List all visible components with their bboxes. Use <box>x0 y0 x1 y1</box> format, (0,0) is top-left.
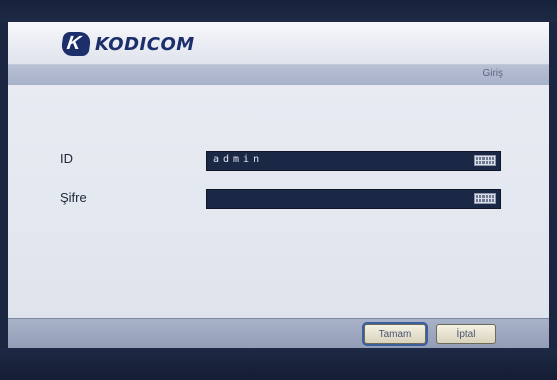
kodicom-logo: K KODICOM <box>60 31 195 57</box>
logo-text: KODICOM <box>95 33 195 55</box>
keyboard-icon[interactable] <box>474 155 496 166</box>
id-input[interactable]: admin <box>206 151 501 171</box>
dialog-header: K KODICOM <box>8 22 549 65</box>
keyboard-icon[interactable] <box>474 193 496 204</box>
dialog-footer: Tamam İptal <box>8 318 549 349</box>
cancel-button[interactable]: İptal <box>436 324 496 344</box>
dialog-body: ID admin Şifre <box>8 85 549 318</box>
id-label: ID <box>60 151 73 166</box>
password-label: Şifre <box>60 190 87 205</box>
top-bar <box>0 0 557 22</box>
password-input[interactable] <box>206 189 501 209</box>
ok-button[interactable]: Tamam <box>362 322 428 346</box>
login-dialog: K KODICOM Giriş ID admin Şifre Tamam İpt… <box>8 22 549 349</box>
logo-mark-letter: K <box>65 33 83 54</box>
logo-mark-icon: K <box>60 32 92 56</box>
screen: K KODICOM Giriş ID admin Şifre Tamam İpt… <box>0 0 557 380</box>
dialog-title: Giriş <box>482 68 503 79</box>
title-strip: Giriş <box>8 65 549 85</box>
bottom-bar <box>0 348 557 380</box>
id-input-value: admin <box>213 154 264 165</box>
